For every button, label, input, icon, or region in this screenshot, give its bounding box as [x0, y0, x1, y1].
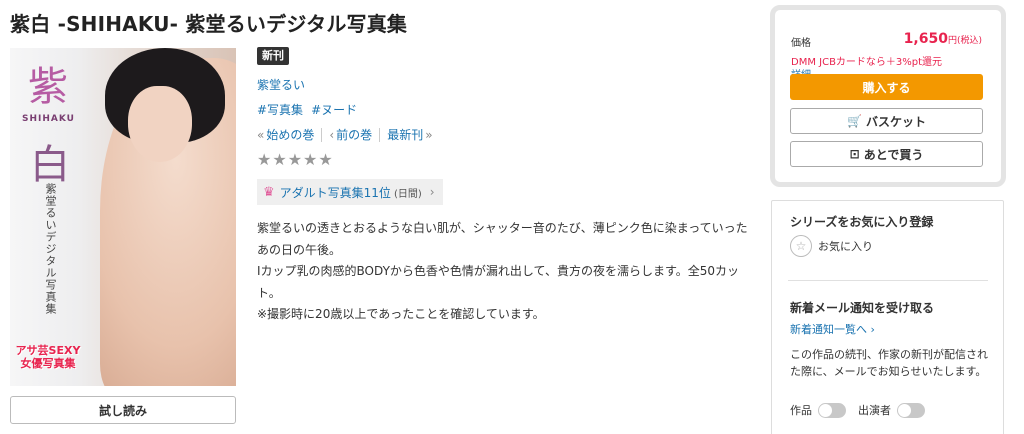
buy-button[interactable]: 購入する — [790, 74, 983, 100]
price-label: 価格 — [791, 38, 811, 49]
bookmark-icon: ⊡ — [849, 147, 860, 161]
chevron-right-icon: › — [867, 323, 875, 336]
double-chevron-right-icon: » — [425, 127, 433, 142]
nav-divider — [379, 127, 381, 142]
basket-label: バスケット — [865, 114, 926, 129]
description-line: ※撮影時に20歳以上であったことを確認しています。 — [257, 307, 545, 321]
cover-image[interactable]: 紫 SHIHAKU 白 紫堂るいデジタル写真集 アサ芸SEXY女優写真集 — [10, 48, 236, 386]
description-line: Iカップ乳の肉感的BODYから色香や色情が漏れ出して、貴方の夜を濡らします。全5… — [257, 264, 740, 278]
tag-list: #写真集 #ヌード — [257, 101, 357, 118]
description-line: 紫堂るいの透きとおるような白い肌が、シャッター音のたび、薄ピンク色に染まっていっ… — [257, 221, 748, 235]
cover-title-bottom: 白 — [30, 142, 70, 188]
mail-notice-heading: 新着メール通知を受け取る — [790, 301, 935, 315]
nav-divider — [321, 127, 323, 142]
ranking-badge[interactable]: ♛ アダルト写真集11位 (日間) › — [257, 179, 443, 205]
crown-icon: ♛ — [263, 184, 275, 200]
cover-subtitle: SHIHAKU — [22, 114, 75, 124]
previous-volume-link[interactable]: 前の巻 — [336, 126, 372, 143]
author-link[interactable]: 紫堂るい — [257, 76, 305, 93]
volume-navigation: « 始めの巻 ‹ 前の巻 最新刊 » — [257, 126, 435, 143]
divider — [788, 280, 988, 281]
cart-icon: 🛒 — [847, 114, 862, 128]
trial-read-button[interactable]: 試し読み — [10, 396, 236, 424]
tag-photobook[interactable]: #写真集 — [257, 101, 303, 118]
notice-description: この作品の続刊、作家の新刊が配信された際に、メールでお知らせいたします。 — [790, 348, 988, 378]
cover-badge: アサ芸SEXY女優写真集 — [15, 344, 81, 370]
add-to-basket-button[interactable]: 🛒 バスケット — [790, 108, 983, 134]
notification-toggles: 作品 出演者 — [790, 402, 937, 418]
ranking-label: アダルト写真集11位 — [279, 185, 391, 200]
cover-vertical-text: 紫堂るいデジタル写真集 — [44, 183, 57, 315]
double-chevron-left-icon: « — [257, 127, 265, 142]
star-outline-icon: ☆ — [790, 235, 812, 257]
product-description: 紫堂るいの透きとおるような白い肌が、シャッター音のたび、薄ピンク色に染まっていっ… — [257, 218, 757, 326]
card-promo-text: DMM JCBカードなら＋3%pt還元 — [791, 57, 943, 68]
favorite-button[interactable]: ☆ お気に入り — [790, 235, 873, 257]
page-title: 紫白 -SHIHAKU- 紫堂るいデジタル写真集 — [10, 12, 408, 36]
buy-later-button[interactable]: ⊡ あとで買う — [790, 141, 983, 167]
latest-volume-link[interactable]: 最新刊 — [387, 126, 423, 143]
chevron-left-icon: ‹ — [329, 127, 335, 142]
tag-nude[interactable]: #ヌード — [311, 101, 357, 118]
first-volume-link[interactable]: 始めの巻 — [266, 126, 314, 143]
toggle-cast-switch[interactable] — [897, 402, 925, 418]
description-line: あの日の午後。 — [257, 242, 342, 257]
description-line: ト。 — [257, 285, 281, 300]
toggle-work-label: 作品 — [790, 404, 812, 417]
notice-list-link[interactable]: 新着通知一覧へ › — [790, 321, 875, 337]
favorite-label: お気に入り — [818, 240, 873, 253]
series-favorite-heading: シリーズをお気に入り登録 — [790, 215, 934, 229]
rating-stars: ★★★★★ — [257, 150, 334, 169]
toggle-cast-label: 出演者 — [858, 404, 891, 417]
price-value: 1,650円(税込) — [903, 31, 982, 47]
toggle-work-switch[interactable] — [818, 402, 846, 418]
new-release-badge: 新刊 — [257, 47, 289, 65]
chevron-right-icon: › — [429, 185, 435, 199]
ranking-period: (日間) — [393, 188, 422, 200]
buy-later-label: あとで買う — [863, 147, 924, 162]
cover-model-face — [128, 86, 192, 162]
cover-title-top: 紫 — [28, 64, 68, 110]
